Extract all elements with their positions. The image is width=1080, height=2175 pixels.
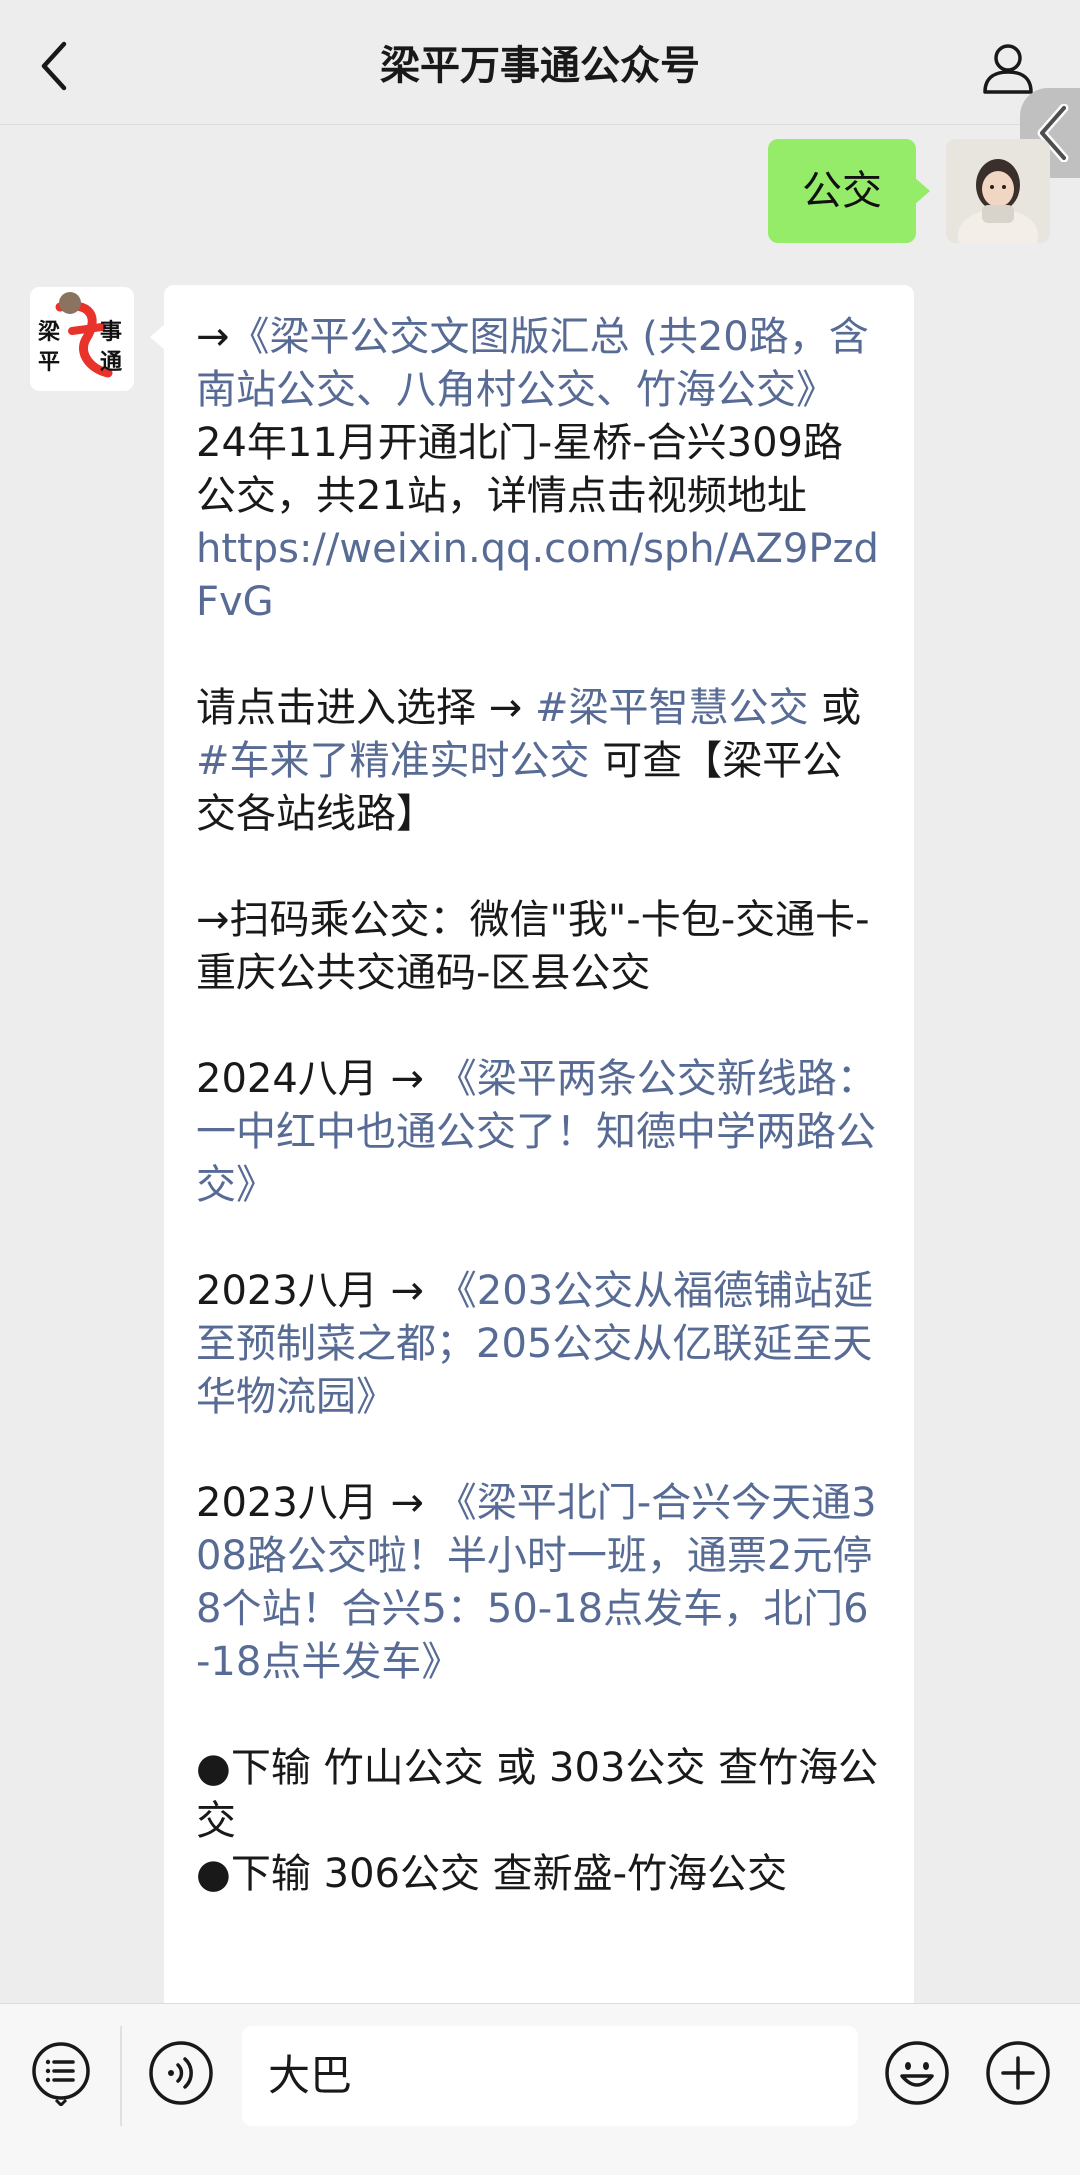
reply-paragraph-6: 2023八月 → 《203公交从福德铺站延至预制菜之都；205公交从亿联延至天华… <box>196 1265 882 1424</box>
logo-char-3: 平 <box>38 350 60 375</box>
user-photo-icon <box>946 139 1050 243</box>
smart-bus-link[interactable]: #梁平智慧公交 <box>535 685 809 731</box>
date-label: 2023八月 → <box>196 1268 437 1314</box>
chat-message-list[interactable]: 公交 梁 事 平 通 →《梁平公交文图版汇总 (共20路，含南站公交、八角村公交… <box>0 125 1080 2003</box>
bus-summary-link[interactable]: 《梁平公交文图版汇总 (共20路，含南站公交、八角村公交、竹海公交》 <box>196 314 869 413</box>
chat-input-bar: 大巴 <box>0 2003 1080 2175</box>
menu-list-icon[interactable] <box>28 2040 94 2106</box>
arrow-text: → <box>196 314 230 360</box>
reply-paragraph-5: 2024八月 → 《梁平两条公交新线路：一中红中也通公交了！知德中学两路公交》 <box>196 1053 882 1212</box>
route-309-text: 24年11月开通北门-星桥-合兴309路公交，共21站，详情点击视频地址 <box>196 420 844 519</box>
my-avatar[interactable] <box>946 139 1050 243</box>
navigation-bar: 梁平万事通公众号 <box>0 0 1080 125</box>
logo-char-1: 梁 <box>37 320 60 345</box>
realtime-bus-link[interactable]: #车来了精准实时公交 <box>196 738 590 784</box>
video-url-link[interactable]: https://weixin.qq.com/sph/AZ9PzdFvG <box>196 526 879 625</box>
emoji-icon[interactable] <box>884 2040 950 2106</box>
voice-input-icon[interactable] <box>148 2040 214 2106</box>
date-label: 2024八月 → <box>196 1056 437 1102</box>
select-prompt-text: 请点击进入选择 → <box>196 685 535 731</box>
message-input[interactable]: 大巴 <box>242 2026 858 2126</box>
official-account-logo: 梁 事 平 通 <box>30 287 134 391</box>
reply-paragraph-7: 2023八月 → 《梁平北门-合兴今天通308路公交啦！半小时一班，通票2元停8… <box>196 1477 882 1689</box>
reply-paragraph-9: ●下输 306公交 查新盛-竹海公交 <box>196 1851 788 1897</box>
logo-char-2: 事 <box>100 319 122 345</box>
reply-paragraph-2: 24年11月开通北门-星桥-合兴309路公交，共21站，详情点击视频地址 http… <box>196 417 882 629</box>
reply-paragraph-3: 请点击进入选择 → #梁平智慧公交 或 #车来了精准实时公交 可查【梁平公交各站… <box>196 682 882 841</box>
logo-char-4: 通 <box>100 350 122 375</box>
menu-divider <box>120 2026 122 2126</box>
reply-paragraph-1: →《梁平公交文图版汇总 (共20路，含南站公交、八角村公交、竹海公交》 <box>196 311 882 417</box>
or-text: 或 <box>808 685 862 731</box>
date-label: 2023八月 → <box>196 1480 437 1526</box>
my-message-bubble[interactable]: 公交 <box>768 139 930 243</box>
official-account-avatar[interactable]: 梁 事 平 通 <box>30 287 134 391</box>
reply-paragraph-4: →扫码乘公交：微信"我"-卡包-交通卡-重庆公共交通码-区县公交 <box>196 897 870 996</box>
reply-paragraph-8: ●下输 竹山公交 或 303公交 查竹海公交 <box>196 1745 879 1844</box>
page-title: 梁平万事通公众号 <box>380 43 700 89</box>
auto-reply-bubble: →《梁平公交文图版汇总 (共20路，含南站公交、八角村公交、竹海公交》 24年1… <box>150 285 914 2003</box>
profile-icon[interactable] <box>980 40 1036 96</box>
plus-more-icon[interactable] <box>985 2040 1051 2106</box>
